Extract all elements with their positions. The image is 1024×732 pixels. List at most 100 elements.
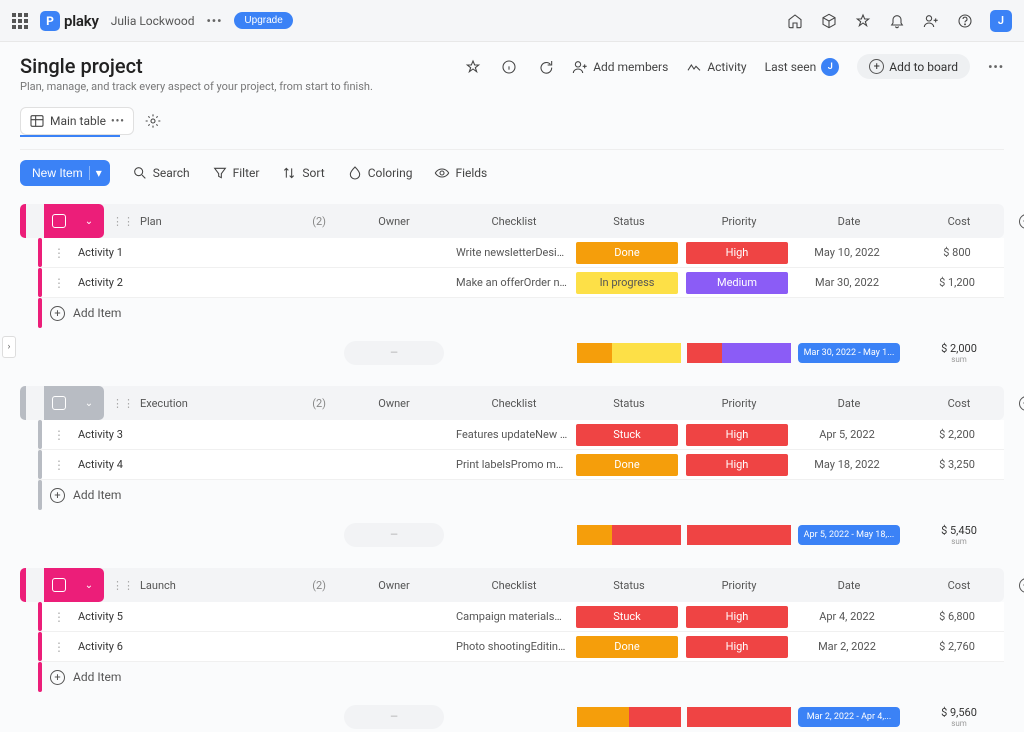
cell-status[interactable]: Done (572, 242, 682, 264)
row-name[interactable]: Activity 2 (74, 276, 332, 289)
col-checklist[interactable]: Checklist (454, 397, 574, 410)
cell-date[interactable]: May 18, 2022 (792, 458, 902, 471)
col-date[interactable]: Date (794, 215, 904, 228)
group-collapse-toggle[interactable]: ⌄ (85, 216, 93, 227)
cell-date[interactable]: May 10, 2022 (792, 246, 902, 259)
row-menu[interactable]: ⋮ (44, 458, 74, 472)
cell-status[interactable]: Stuck (572, 424, 682, 446)
add-to-board-button[interactable]: + Add to board (857, 54, 970, 79)
add-column-button[interactable]: + (1014, 214, 1024, 229)
tab-more[interactable]: ••• (111, 116, 125, 127)
drag-handle-icon[interactable]: ⋮⋮ (112, 397, 134, 410)
add-column-button[interactable]: + (1014, 578, 1024, 593)
table-row[interactable]: ⋮ Activity 5 Campaign materialsUpd... St… (38, 602, 1004, 632)
fields-tool[interactable]: Fields (434, 165, 487, 181)
table-row[interactable]: ⋮ Activity 4 Print labelsPromo materi...… (38, 450, 1004, 480)
cell-checklist[interactable]: Make an offerOrder new l... (452, 276, 572, 289)
col-owner[interactable]: Owner (334, 579, 454, 592)
col-checklist[interactable]: Checklist (454, 215, 574, 228)
cell-cost[interactable]: $ 6,800 (902, 610, 1012, 623)
group-name[interactable]: Launch (140, 579, 306, 592)
home-icon[interactable] (786, 12, 804, 30)
filter-tool[interactable]: Filter (212, 165, 260, 181)
last-seen[interactable]: Last seen J (765, 58, 840, 76)
cell-status[interactable]: Done (572, 454, 682, 476)
cell-cost[interactable]: $ 2,760 (902, 640, 1012, 653)
col-date[interactable]: Date (794, 579, 904, 592)
activity-button[interactable]: Activity (686, 59, 746, 75)
upgrade-button[interactable]: Upgrade (234, 12, 292, 29)
group-checkbox[interactable] (52, 214, 66, 228)
star-icon[interactable] (854, 12, 872, 30)
col-cost[interactable]: Cost (904, 397, 1014, 410)
row-menu[interactable]: ⋮ (44, 246, 74, 260)
group-name[interactable]: Execution (140, 397, 306, 410)
box-icon[interactable] (820, 12, 838, 30)
col-owner[interactable]: Owner (334, 397, 454, 410)
cell-status[interactable]: In progress (572, 272, 682, 294)
cell-priority[interactable]: High (682, 424, 792, 446)
star-board-icon[interactable] (464, 58, 482, 76)
cell-date[interactable]: Mar 2, 2022 (792, 640, 902, 653)
col-cost[interactable]: Cost (904, 579, 1014, 592)
board-more-menu[interactable]: ••• (988, 60, 1004, 74)
summary-more[interactable]: ⋮ (1014, 530, 1024, 541)
row-name[interactable]: Activity 5 (74, 610, 332, 623)
cell-cost[interactable]: $ 800 (902, 246, 1012, 259)
cell-status[interactable]: Stuck (572, 606, 682, 628)
cell-priority[interactable]: High (682, 606, 792, 628)
row-name[interactable]: Activity 1 (74, 246, 332, 259)
cell-cost[interactable]: $ 2,200 (902, 428, 1012, 441)
cell-priority[interactable]: Medium (682, 272, 792, 294)
search-tool[interactable]: Search (132, 165, 190, 181)
group-name[interactable]: Plan (140, 215, 306, 228)
table-row[interactable]: ⋮ Activity 1 Write newsletterDesign r...… (38, 238, 1004, 268)
add-column-button[interactable]: + (1014, 396, 1024, 411)
add-members-button[interactable]: Add members (572, 59, 668, 75)
cell-checklist[interactable]: Write newsletterDesign r... (452, 246, 572, 259)
group-collapse-toggle[interactable]: ⌄ (85, 398, 93, 409)
row-menu[interactable]: ⋮ (44, 428, 74, 442)
cell-priority[interactable]: High (682, 454, 792, 476)
automation-icon[interactable] (536, 58, 554, 76)
cell-checklist[interactable]: Campaign materialsUpd... (452, 610, 572, 623)
table-row[interactable]: ⋮ Activity 3 Features updateNew tec... S… (38, 420, 1004, 450)
group-checkbox[interactable] (52, 578, 66, 592)
summary-more[interactable]: ⋮ (1014, 348, 1024, 359)
add-item-button[interactable]: + Add Item (38, 480, 1004, 510)
col-status[interactable]: Status (574, 215, 684, 228)
new-item-button[interactable]: New Item ▾ (20, 160, 110, 186)
col-status[interactable]: Status (574, 397, 684, 410)
settings-icon[interactable] (144, 112, 162, 130)
tab-main-table[interactable]: Main table ••• (20, 107, 134, 135)
cell-date[interactable]: Apr 4, 2022 (792, 610, 902, 623)
sort-tool[interactable]: Sort (281, 165, 324, 181)
apps-menu-icon[interactable] (12, 13, 28, 29)
row-name[interactable]: Activity 6 (74, 640, 332, 653)
col-status[interactable]: Status (574, 579, 684, 592)
row-name[interactable]: Activity 4 (74, 458, 332, 471)
col-checklist[interactable]: Checklist (454, 579, 574, 592)
col-date[interactable]: Date (794, 397, 904, 410)
col-priority[interactable]: Priority (684, 579, 794, 592)
cell-checklist[interactable]: Print labelsPromo materi... (452, 458, 572, 471)
row-name[interactable]: Activity 3 (74, 428, 332, 441)
help-icon[interactable] (956, 12, 974, 30)
add-item-button[interactable]: + Add Item (38, 298, 1004, 328)
table-row[interactable]: ⋮ Activity 2 Make an offerOrder new l...… (38, 268, 1004, 298)
table-row[interactable]: ⋮ Activity 6 Photo shootingEditingLa... … (38, 632, 1004, 662)
row-menu[interactable]: ⋮ (44, 610, 74, 624)
expand-sidebar-handle[interactable]: › (2, 336, 16, 358)
cell-status[interactable]: Done (572, 636, 682, 658)
chevron-down-icon[interactable]: ▾ (89, 166, 102, 180)
more-menu[interactable]: ••• (206, 14, 222, 28)
col-priority[interactable]: Priority (684, 215, 794, 228)
cell-priority[interactable]: High (682, 636, 792, 658)
logo[interactable]: P plaky (40, 11, 99, 31)
cell-checklist[interactable]: Photo shootingEditingLa... (452, 640, 572, 653)
cell-priority[interactable]: High (682, 242, 792, 264)
cell-cost[interactable]: $ 3,250 (902, 458, 1012, 471)
col-owner[interactable]: Owner (334, 215, 454, 228)
row-menu[interactable]: ⋮ (44, 640, 74, 654)
col-priority[interactable]: Priority (684, 397, 794, 410)
